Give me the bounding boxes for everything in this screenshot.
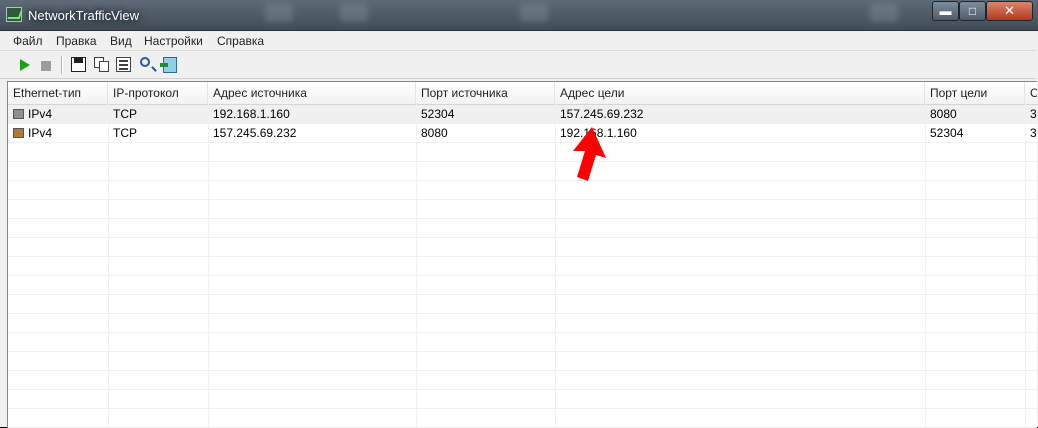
grid-hline: [8, 199, 1037, 200]
column-header-extra[interactable]: С: [1025, 82, 1037, 104]
close-button[interactable]: ✕: [986, 1, 1033, 21]
window-title: NetworkTrafficView: [28, 8, 140, 23]
cell-src-port: 8080: [421, 126, 448, 140]
grid-vline: [925, 104, 926, 428]
packet-icon: [13, 127, 24, 138]
cell-ip-protocol: TCP: [113, 107, 137, 121]
toolbar-separator: [61, 56, 63, 74]
cell-dst-port: 8080: [930, 107, 957, 121]
toolbar: [0, 52, 1036, 79]
column-header-src-port[interactable]: Порт источника: [416, 82, 555, 104]
packet-icon: [13, 108, 24, 119]
grid-hline: [8, 275, 1037, 276]
cell-ethernet-type: IPv4: [8, 105, 108, 124]
grid-vline: [1025, 104, 1026, 428]
grid-hline: [8, 237, 1037, 238]
find-icon[interactable]: [140, 57, 150, 67]
column-header-ip-protocol[interactable]: IP-протокол: [108, 82, 208, 104]
grid-hline: [8, 161, 1037, 162]
cell-dst-address: 192.168.1.160: [560, 126, 637, 140]
cell-src-address: 192.168.1.160: [213, 107, 290, 121]
grid-hline: [8, 294, 1037, 295]
minimize-button[interactable]: ▬: [932, 1, 959, 21]
menu-view[interactable]: Вид: [110, 34, 132, 48]
background-blur: [520, 4, 548, 22]
cell-dst-address: 157.245.69.232: [560, 107, 644, 121]
properties-icon[interactable]: [116, 57, 131, 72]
column-header-src-address[interactable]: Адрес источника: [208, 82, 416, 104]
cell-src-address: 157.245.69.232: [213, 126, 297, 140]
app-window: NetworkTrafficView ▬ □ ✕ Файл Правка Вид…: [0, 0, 1038, 428]
column-header-ethernet-type[interactable]: Ethernet-тип: [8, 82, 108, 104]
grid-hline: [8, 389, 1037, 390]
grid-hline: [8, 180, 1037, 181]
cell-extra: 3: [1030, 126, 1037, 140]
grid-vline: [208, 104, 209, 428]
grid-hline: [8, 256, 1037, 257]
column-header-dst-address[interactable]: Адрес цели: [555, 82, 925, 104]
grid-vline: [416, 104, 417, 428]
grid-hline: [8, 370, 1037, 371]
cell-ethernet-type: IPv4: [8, 124, 108, 143]
cell-dst-port: 52304: [930, 126, 964, 140]
background-blur: [265, 4, 293, 22]
menu-bar: Файл Правка Вид Настройки Справка: [0, 31, 1036, 51]
exit-icon[interactable]: [160, 57, 177, 73]
menu-file[interactable]: Файл: [13, 34, 43, 48]
cell-src-port: 52304: [421, 107, 455, 121]
ethernet-type-text: IPv4: [28, 126, 53, 140]
copy-icon[interactable]: [94, 57, 109, 72]
maximize-button[interactable]: □: [959, 1, 986, 21]
grid-hline: [8, 351, 1037, 352]
cell-ip-protocol: TCP: [113, 126, 137, 140]
background-blur: [870, 4, 898, 22]
menu-help[interactable]: Справка: [217, 34, 264, 48]
cell-extra: 3: [1030, 107, 1037, 121]
grid-hline: [8, 332, 1037, 333]
grid-vline: [555, 104, 556, 428]
grid-hline: [8, 313, 1037, 314]
background-blur: [340, 4, 368, 22]
title-bar[interactable]: NetworkTrafficView ▬ □ ✕: [0, 0, 1038, 31]
list-header: Ethernet-тип IP-протокол Адрес источника…: [8, 82, 1037, 105]
table-row[interactable]: IPv4 TCP 192.168.1.160 52304 157.245.69.…: [8, 105, 1037, 124]
app-icon[interactable]: [6, 7, 22, 22]
grid-hline: [8, 218, 1037, 219]
grid-hline: [8, 408, 1037, 409]
stop-capture-icon[interactable]: [41, 61, 51, 71]
grid-vline: [108, 104, 109, 428]
table-row[interactable]: IPv4 TCP 157.245.69.232 8080 192.168.1.1…: [8, 124, 1037, 143]
menu-edit[interactable]: Правка: [56, 34, 97, 48]
save-icon[interactable]: [71, 57, 86, 72]
ethernet-type-text: IPv4: [28, 107, 53, 121]
traffic-list[interactable]: Ethernet-тип IP-протокол Адрес источника…: [7, 81, 1037, 428]
start-capture-icon[interactable]: [20, 59, 30, 71]
menu-settings[interactable]: Настройки: [144, 34, 203, 48]
column-header-dst-port[interactable]: Порт цели: [925, 82, 1025, 104]
